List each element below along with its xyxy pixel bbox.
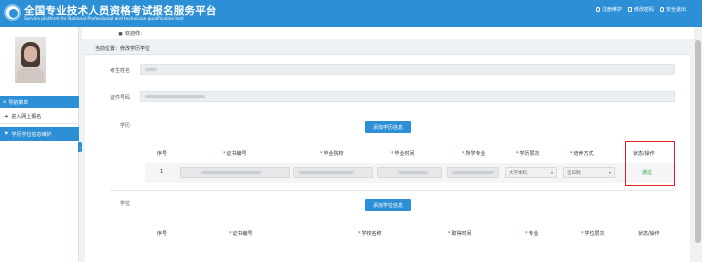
school-input[interactable]: [293, 167, 373, 178]
scrollbar-thumb[interactable]: [695, 40, 701, 243]
col-grad-time: *毕业时间: [391, 151, 415, 157]
chevron-left-icon: ‹: [79, 144, 81, 150]
home-icon: [118, 31, 123, 36]
home-icon: ⌂: [3, 99, 7, 105]
id-field: [140, 91, 675, 102]
row-index: 1: [160, 169, 164, 175]
avatar: [15, 37, 46, 83]
add-education-button[interactable]: 添加学历信息: [365, 121, 411, 133]
nav-menu-header: ⌂ 导航菜单: [0, 96, 79, 108]
header-links: 注册维护 修改密码 安全退出: [595, 6, 686, 13]
redacted-text: [299, 171, 354, 174]
info-icon: [595, 7, 601, 12]
register-maintain-label: 注册维护: [601, 7, 622, 13]
sidebar: [0, 27, 79, 262]
name-label: 考生姓名: [110, 68, 131, 74]
redacted-text: [398, 171, 428, 174]
app-subtitle: Service platform for National Profession…: [24, 16, 184, 22]
sidebar-item-label: 进入网上报名: [11, 114, 42, 120]
col-major: *所学专业: [462, 151, 486, 157]
col-school: *毕业院校: [320, 151, 344, 157]
welcome-text: 欢迎你：: [118, 30, 145, 37]
sidebar-item-education-maintenance[interactable]: ⚑ 学历学位信息维护: [0, 127, 79, 141]
breadcrumb: 当前位置：修改学历学位: [95, 46, 151, 52]
level-select-value: 大学本科: [509, 170, 527, 176]
nav-menu-title: 导航菜单: [8, 99, 29, 106]
sidebar-collapse-button[interactable]: ‹: [78, 142, 82, 152]
flag-icon: ⚑: [4, 131, 9, 137]
col-index: 序号: [157, 151, 168, 157]
degree-label: 学位: [120, 201, 131, 207]
logo-icon: [4, 4, 21, 21]
major-input[interactable]: [447, 167, 499, 178]
col-major: *专业: [525, 231, 539, 237]
change-password-label: 修改密码: [633, 7, 654, 13]
grad-time-input[interactable]: [377, 167, 442, 178]
sidebar-item-label: 学历学位信息维护: [11, 131, 52, 138]
degree-table-header: 序号 *证书编号 *学校名称 *取得时间 *专业 *学位层次 状态/操作: [145, 222, 675, 244]
highlight-box: [625, 141, 675, 186]
col-index: 序号: [157, 231, 168, 237]
col-cert-number: *证书编号: [229, 231, 253, 237]
id-label: 证件号码: [110, 95, 131, 101]
login-icon: ➜: [4, 113, 9, 120]
education-table-header: 序号 *证书编号 *毕业院校 *毕业时间 *所学专业 *学历层次 *培养方式 状…: [145, 141, 675, 163]
col-cert-number: *证书编号: [223, 151, 247, 157]
welcome-label: 欢迎你：: [125, 31, 146, 37]
edit-icon: [627, 7, 633, 12]
col-obtain-time: *取得时间: [448, 231, 472, 237]
redacted-text: [452, 171, 494, 174]
power-icon: [659, 7, 665, 12]
education-label: 学历: [120, 123, 131, 129]
col-level: *学历层次: [516, 151, 540, 157]
top-bar: [82, 27, 694, 39]
study-mode-select-value: 全日制: [567, 170, 581, 176]
logout-label: 安全退出: [665, 7, 686, 13]
col-study-mode: *培养方式: [570, 151, 594, 157]
col-degree-level: *学位层次: [581, 231, 605, 237]
level-select[interactable]: 大学本科: [505, 167, 557, 178]
study-mode-select[interactable]: 全日制: [563, 167, 615, 178]
cert-number-input[interactable]: [180, 167, 290, 178]
change-password-link[interactable]: 修改密码: [627, 6, 654, 13]
sidebar-item-online-registration[interactable]: ➜ 进入网上报名: [0, 110, 79, 124]
divider: [110, 190, 675, 191]
logout-link[interactable]: 安全退出: [659, 6, 686, 13]
col-school-name: *学校名称: [358, 231, 382, 237]
app-header: 全国专业技术人员资格考试报名服务平台 Service platform for …: [0, 0, 702, 27]
chevron-down-icon: [551, 172, 553, 174]
redacted-text: [145, 68, 157, 71]
col-status: 状态/操作: [638, 231, 660, 237]
redacted-text: [201, 171, 261, 174]
register-maintain-link[interactable]: 注册维护: [595, 6, 622, 13]
redacted-text: [145, 95, 205, 98]
add-degree-button[interactable]: 添加学位信息: [365, 199, 411, 211]
name-field: [140, 64, 675, 75]
chevron-down-icon: [609, 172, 611, 174]
